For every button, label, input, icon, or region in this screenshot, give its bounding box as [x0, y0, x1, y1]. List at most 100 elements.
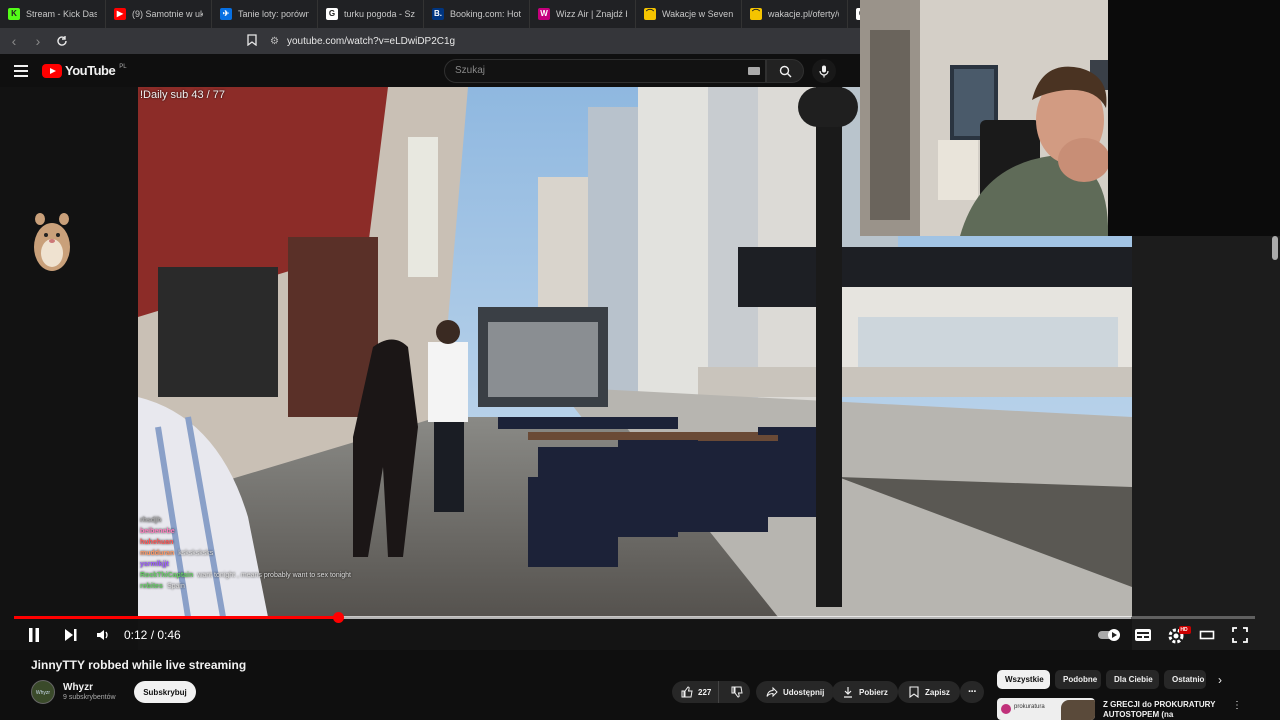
mute-button[interactable]: [96, 627, 110, 643]
youtube-play-icon: [42, 63, 62, 78]
search-button[interactable]: [766, 59, 804, 83]
browser-tab[interactable]: ⌒ wakacje.pl/oferty/w: [742, 0, 848, 28]
url-field[interactable]: ⚙ youtube.com/watch?v=eLDwiDP2C1g: [270, 36, 455, 47]
page-scrollbar[interactable]: [1272, 236, 1278, 260]
browser-tab[interactable]: ▶ (9) Samotnie w ukra: [106, 0, 212, 28]
tab-title: Tanie loty: porówna: [238, 9, 309, 19]
recommendation-thumbnail[interactable]: prokuratura: [997, 698, 1095, 720]
chat-username: beibenebe: [140, 528, 175, 535]
browser-tab[interactable]: K Stream - Kick Dashb: [0, 0, 106, 28]
like-dislike-group: 227: [672, 681, 750, 703]
progress-scrubber[interactable]: [332, 612, 344, 623]
filter-chip[interactable]: Podobne: [1055, 670, 1101, 689]
browser-tab[interactable]: Gal: [848, 0, 860, 28]
subscribe-button[interactable]: Subskrybuj: [134, 681, 196, 703]
country-code: PL: [119, 63, 127, 70]
download-icon: [844, 687, 852, 698]
filter-chip[interactable]: Wszystkie: [997, 670, 1050, 689]
browser-tab[interactable]: Gturku pogoda - Szu: [318, 0, 424, 28]
more-actions-button[interactable]: ···: [960, 681, 984, 703]
video-left-band: [0, 87, 138, 650]
tab-title: Wakacje w Seven H: [662, 9, 733, 19]
more-vertical-icon[interactable]: ⋮: [1232, 700, 1242, 711]
download-label: Pobierz: [859, 687, 888, 697]
volume-icon: [97, 630, 108, 640]
share-button[interactable]: Udostępnij: [756, 681, 835, 703]
browser-tab-strip: K Stream - Kick Dashb ▶ (9) Samotnie w ukra…: [0, 0, 860, 28]
pause-icon: [29, 628, 39, 642]
channel-avatar[interactable]: Whyzr: [31, 680, 55, 704]
more-horizontal-icon: ···: [968, 686, 977, 698]
chat-message: huhehuan: [140, 537, 351, 548]
tab-favicon-icon: ▶: [114, 8, 126, 20]
browser-tab[interactable]: B. Booking.com: Hotel: [424, 0, 530, 28]
next-button[interactable]: [64, 627, 78, 643]
fullscreen-icon: [1232, 627, 1248, 643]
reload-icon[interactable]: [52, 31, 72, 51]
tab-favicon-icon: ✈: [220, 8, 232, 20]
youtube-header: YouTube PL Szukaj: [0, 54, 860, 87]
filter-chip[interactable]: Ostatnio: [1164, 670, 1206, 689]
tab-title: Stream - Kick Dashb: [26, 9, 97, 19]
channel-name[interactable]: Whyzr: [63, 682, 93, 693]
tab-favicon-icon: W: [538, 8, 550, 20]
filter-chip[interactable]: Dla Ciebie: [1106, 670, 1159, 689]
browser-tab[interactable]: ⌒ Wakacje w Seven H: [636, 0, 742, 28]
theater-mode-button[interactable]: [1199, 627, 1215, 643]
recommendation-title[interactable]: Z GRECJI do PROKURATURY AUTOSTOPEM (na: [1103, 700, 1223, 720]
webcam-overlay: [860, 0, 1108, 236]
chat-message: RockThiCaptain want tonight , means proba…: [140, 570, 351, 581]
voice-search-button[interactable]: [812, 59, 836, 83]
keyboard-icon[interactable]: [748, 67, 760, 75]
youtube-logo[interactable]: YouTube PL: [42, 63, 127, 78]
search-input[interactable]: Szukaj: [444, 59, 766, 83]
recommendation-channel-badge: prokuratura: [1014, 704, 1045, 710]
chat-username: ysrmlkjjt: [140, 561, 169, 568]
like-button[interactable]: 227: [672, 681, 720, 703]
chat-message: mudduran ksksksksks: [140, 548, 351, 559]
progress-bar[interactable]: [14, 612, 1255, 623]
browser-tab[interactable]: ✈ Tanie loty: porówna: [212, 0, 318, 28]
quality-badge: HD: [1180, 627, 1188, 633]
chat-message: ysrmlkjjt: [140, 559, 351, 570]
dislike-button[interactable]: [724, 686, 750, 698]
chat-username: RockThiCaptain: [140, 572, 194, 579]
share-icon: [766, 686, 778, 698]
tab-title: turku pogoda - Szu: [344, 9, 415, 19]
fullscreen-button[interactable]: [1232, 627, 1248, 643]
tab-title: Wizz Air | Znajdź be: [556, 9, 627, 19]
menu-icon[interactable]: [14, 64, 28, 77]
chat-text: Spain: [166, 583, 185, 590]
tab-title: Booking.com: Hotel: [450, 9, 521, 19]
save-label: Zapisz: [925, 687, 950, 697]
chat-username: rhsdjh: [140, 517, 162, 524]
chat-message: rhsdjh: [140, 515, 351, 526]
progress-played: [14, 616, 338, 619]
save-button[interactable]: Zapisz: [898, 681, 960, 703]
bookmark-icon[interactable]: [242, 33, 262, 49]
hamster-sticker: [34, 213, 70, 271]
site-settings-icon[interactable]: ⚙: [270, 36, 279, 47]
microphone-icon: [819, 65, 829, 77]
chat-text: want tonight , means probably want to se…: [197, 572, 351, 579]
search-icon: [779, 65, 791, 77]
back-icon[interactable]: ‹: [4, 31, 24, 51]
thumbs-up-icon: [681, 686, 693, 698]
browser-tab[interactable]: W Wizz Air | Znajdź be: [530, 0, 636, 28]
autoplay-toggle[interactable]: [1097, 627, 1123, 643]
playlist-add-icon: [909, 686, 919, 698]
tab-favicon-icon: K: [8, 8, 20, 20]
url-text: youtube.com/watch?v=eLDwiDP2C1g: [286, 35, 456, 47]
forward-icon[interactable]: ›: [28, 31, 48, 51]
chat-text: ksksksksks: [178, 550, 214, 557]
stream-chat-overlay: rhsdjh beibenebe huhehuan mudduran ksksksksk…: [140, 515, 351, 592]
share-label: Udostępnij: [783, 687, 825, 697]
channel-subscriber-count: 9 subskrybentów: [63, 694, 116, 701]
subtitles-button[interactable]: [1134, 627, 1152, 643]
tab-favicon-icon: B.: [432, 8, 444, 20]
download-button[interactable]: Pobierz: [832, 681, 898, 703]
chevron-right-icon[interactable]: ›: [1218, 673, 1222, 687]
time-display: 0:12 / 0:46: [124, 628, 181, 642]
thumbnail-people-image: [1061, 700, 1095, 720]
pause-button[interactable]: [27, 627, 41, 643]
